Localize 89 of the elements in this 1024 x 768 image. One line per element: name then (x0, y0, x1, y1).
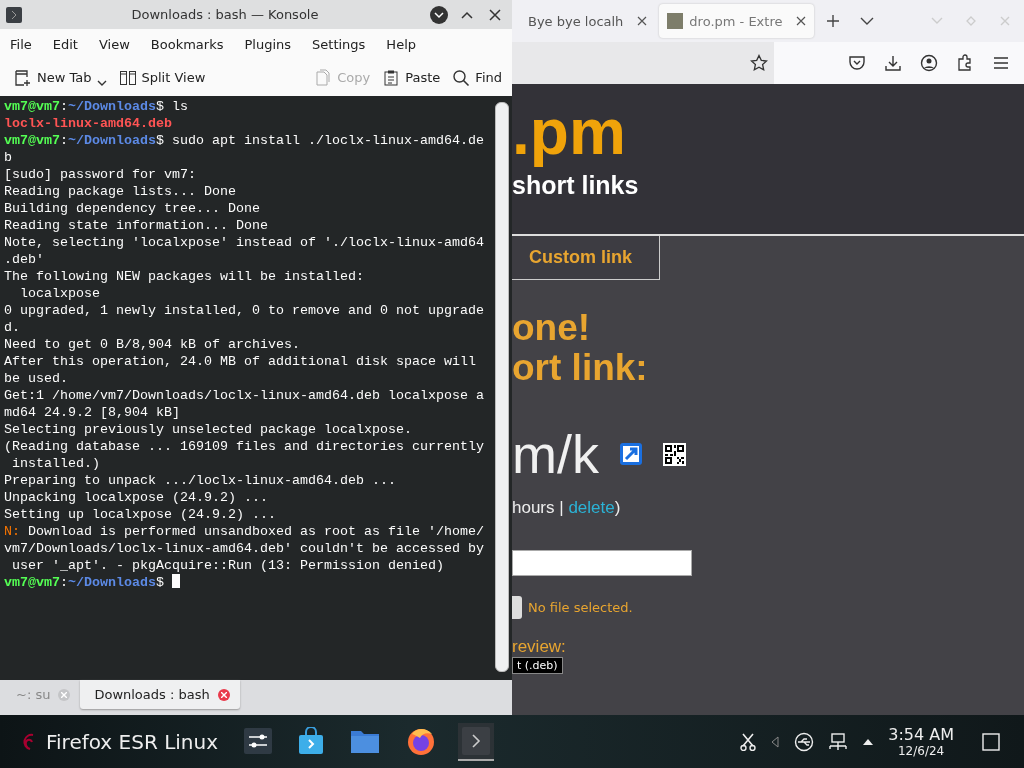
close-icon[interactable] (637, 16, 648, 26)
caret-icon (96, 78, 107, 87)
toolbar-button[interactable]: Paste (376, 64, 447, 91)
settings-icon[interactable] (244, 727, 273, 754)
copy-icon (314, 68, 333, 87)
site-logo: .pm (512, 98, 626, 166)
terminal-line: [sudo] password for vm7: (4, 166, 196, 183)
scrollbar[interactable] (495, 102, 509, 672)
shopping-bag-icon[interactable] (298, 726, 325, 755)
network-icon[interactable] (828, 732, 849, 751)
terminal-line: installed.) (11, 455, 100, 472)
terminal-icon (6, 6, 22, 23)
terminal-line: Unpacking localxpose (24.9.2) ... (4, 489, 268, 506)
close-icon (1000, 16, 1010, 26)
terminal-line: be used. (4, 370, 68, 387)
terminal-line: Setting up localxpose (24.9.2) ... (4, 506, 276, 523)
menu-item[interactable]: View (90, 32, 138, 56)
favicon-icon (667, 13, 684, 29)
terminal-line: The following NEW packages will be installed: (4, 268, 364, 285)
terminal-line: Need to get 0 B/8,904 kB of archives. (4, 336, 300, 353)
terminal-line: vm7@vm7:~/Downloads$ ls (4, 98, 188, 115)
show-desktop-icon[interactable] (982, 732, 1000, 751)
chevron-down-icon (429, 4, 449, 25)
terminal-line: Reading state information... Done (4, 217, 268, 234)
taskbar-app-button[interactable] (458, 722, 495, 761)
active-window-title: Firefox ESR Linux (46, 729, 219, 754)
window-title: Downloads : bash — Konsole (130, 7, 320, 22)
menu-item[interactable]: Edit (44, 32, 86, 56)
toolbar-button[interactable]: Split View (112, 64, 212, 91)
terminal-line: After this operation, 24.0 MB of additional disk space will (4, 353, 476, 370)
terminal-line: 0 upgraded, 1 newly installed, 0 to remove and 0 not upgrade (4, 302, 484, 319)
toolbar-button[interactable]: New Tab (8, 64, 113, 91)
terminal-tab[interactable]: Downloads : bash (80, 680, 240, 709)
clock[interactable]: 3:54 AM 12/6/24 (888, 725, 954, 758)
expiry-text: hours | delete) (512, 498, 621, 518)
bookmark-star-icon[interactable] (750, 54, 768, 72)
close-icon[interactable] (217, 688, 230, 701)
terminal-line: Preparing to unpack .../loclx-linux-amd64.deb ... (4, 472, 396, 489)
expand-tray-icon[interactable] (862, 737, 875, 746)
terminal-icon[interactable] (462, 726, 491, 755)
menu-item[interactable]: Plugins (236, 32, 300, 56)
chevron-down-icon (860, 16, 875, 26)
terminal-line: vm7@vm7:~/Downloads$ (4, 574, 180, 591)
terminal-line: md64 24.9.2 [8,904 kB] (4, 404, 180, 421)
usb-icon[interactable] (794, 731, 815, 752)
terminal-line: user '_apt'. - pkgAcquire::Run (13: Permission denied) (11, 557, 444, 574)
custom-link-tab[interactable]: Custom link (512, 236, 660, 280)
terminal-line: vm7@vm7:~/Downloads$ sudo apt install ./loclx-linux-amd64.de (4, 132, 484, 149)
terminal-line: Building dependency tree... Done (4, 200, 260, 217)
terminal-line: Get:1 /home/vm7/Downloads/loclx-linux-amd64.deb localxpose a (4, 387, 484, 404)
terminal-line: d. (4, 319, 20, 336)
qr-code-icon[interactable] (663, 442, 686, 466)
heading: one! (512, 308, 591, 348)
browser-tab[interactable]: dro.pm - Extre (659, 4, 815, 38)
scissors-icon[interactable] (740, 732, 757, 751)
terminal-line: (Reading database ... 169109 files and directories currently (4, 438, 484, 455)
menu-item[interactable]: Bookmarks (142, 32, 232, 56)
file-badge: t (.deb) (512, 657, 563, 674)
menu-item[interactable]: Settings (304, 32, 374, 56)
menu-item[interactable]: File (2, 32, 40, 56)
paste-icon (382, 68, 401, 87)
terminal-line: localxpose (19, 285, 100, 302)
preview-label: review: (512, 637, 566, 657)
plus-icon (826, 14, 841, 28)
file-status: No file selected. (528, 600, 633, 615)
terminal-line: Note, selecting 'localxpose' instead of './loclx-linux-amd64 (4, 234, 484, 251)
diamond-icon (966, 16, 976, 26)
delete-link[interactable]: delete (568, 498, 615, 517)
minimize-button[interactable] (428, 3, 450, 26)
external-link-icon[interactable] (619, 442, 643, 466)
volume-icon[interactable] (770, 735, 781, 748)
heading: ort link: (512, 348, 648, 388)
browser-tab[interactable]: Bye bye localh (520, 4, 656, 38)
terminal-line: .deb' (4, 251, 44, 268)
chevron-down-icon (931, 17, 943, 25)
search-icon (452, 68, 471, 87)
site-tagline: short links (512, 170, 639, 200)
terminal-line: vm7/Downloads/loclx-linux-amd64.deb' couldn't be accessed by (4, 540, 484, 557)
close-icon (488, 7, 502, 22)
terminal-line: loclx-linux-amd64.deb (4, 115, 172, 132)
terminal-line: Reading package lists... Done (4, 183, 236, 200)
terminal-line: Selecting previously unselected package localxpose. (4, 421, 412, 438)
terminal-line: N: Download is performed unsandboxed as root as file '/home/ (4, 523, 484, 540)
terminal-line: b (4, 149, 12, 166)
close-icon[interactable] (796, 16, 807, 26)
menu-item[interactable]: Help (378, 32, 424, 56)
split-view-icon (118, 68, 137, 87)
new-tab-icon (14, 68, 32, 87)
toolbar-button[interactable]: Find (446, 64, 508, 91)
